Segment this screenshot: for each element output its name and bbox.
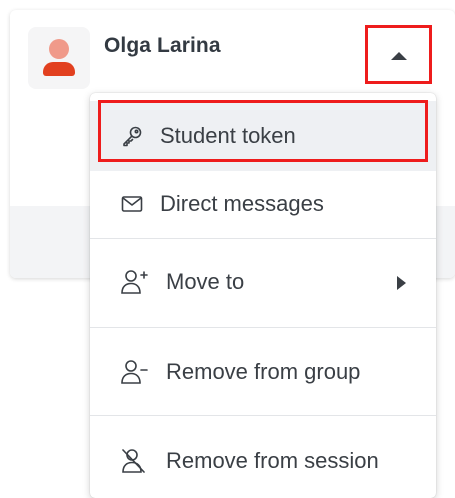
- menu-divider: [90, 238, 436, 239]
- menu-divider: [90, 327, 436, 328]
- screen: Olga Larina Student token Direct message…: [0, 0, 455, 498]
- menu-item-label: Remove from group: [166, 359, 361, 384]
- menu-divider: [90, 415, 436, 416]
- key-icon: [118, 122, 146, 150]
- user-name: Olga Larina: [104, 34, 221, 57]
- menu-item-remove-from-session[interactable]: Remove from session: [90, 428, 436, 494]
- avatar-body: [43, 62, 75, 76]
- menu-item-label: Direct messages: [160, 191, 324, 216]
- envelope-icon: [118, 190, 146, 218]
- user-slash-icon: [120, 447, 148, 475]
- user-plus-icon: [120, 268, 148, 296]
- student-actions-menu: Student token Direct messages Move to Re…: [90, 93, 436, 498]
- menu-item-remove-from-group[interactable]: Remove from group: [90, 339, 436, 405]
- avatar: [28, 27, 90, 89]
- menu-item-move-to[interactable]: Move to: [90, 249, 436, 315]
- caret-up-icon: [390, 51, 407, 60]
- menu-item-label: Remove from session: [166, 448, 379, 473]
- menu-toggle-button[interactable]: [365, 25, 432, 84]
- caret-right-icon: [397, 276, 406, 290]
- menu-item-label: Student token: [160, 123, 296, 148]
- menu-item-direct-messages[interactable]: Direct messages: [90, 171, 436, 237]
- menu-item-label: Move to: [166, 269, 245, 294]
- avatar-head: [49, 39, 69, 59]
- user-minus-icon: [120, 358, 148, 386]
- menu-item-student-token[interactable]: Student token: [90, 101, 436, 171]
